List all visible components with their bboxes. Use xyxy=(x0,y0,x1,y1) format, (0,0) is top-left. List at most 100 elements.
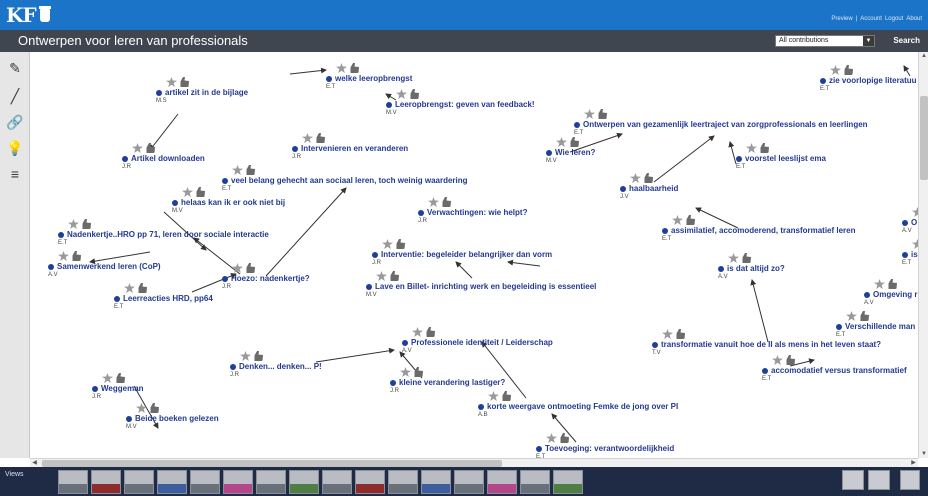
note-title[interactable]: Toevoeging: verantwoordelijkheid xyxy=(545,444,674,453)
note[interactable]: Professionele identiteit / Leiderschap A.… xyxy=(402,327,553,354)
note[interactable]: Artikel downloaden J.R xyxy=(122,143,205,170)
note-dot-icon[interactable] xyxy=(172,199,178,206)
note-title[interactable]: Beide boeken gelezen xyxy=(135,414,219,423)
note-dot-icon[interactable] xyxy=(418,209,424,216)
note-dot-icon[interactable] xyxy=(652,341,658,348)
note[interactable]: assimilatief, accomoderend, transformati… xyxy=(662,215,856,242)
note-title[interactable]: Omgeving r xyxy=(873,290,917,299)
note-title[interactable]: haalbaarheid xyxy=(629,184,678,193)
note[interactable]: zie voorlopige literatuu E.T xyxy=(820,65,917,92)
note-title[interactable]: helaas kan ik er ook niet bij xyxy=(181,198,285,207)
note-dot-icon[interactable] xyxy=(546,149,552,156)
note-title[interactable]: Lave en Billet- inrichting werk en begel… xyxy=(375,282,596,291)
note[interactable]: Omgeving r A.V xyxy=(864,279,917,306)
note-title[interactable]: kleine verandering lastiger? xyxy=(399,378,505,387)
scroll-up-icon[interactable]: ▲ xyxy=(920,52,928,60)
note[interactable]: Samenwerkend leren (CoP) A.V xyxy=(48,251,161,278)
note-dot-icon[interactable] xyxy=(836,323,842,330)
note-title[interactable]: Ontwerpen van gezamenlijk leertraject va… xyxy=(583,120,868,129)
view-thumbnail[interactable] xyxy=(355,470,385,494)
note-title[interactable]: Leeropbrengst: geven van feedback! xyxy=(395,100,535,109)
note[interactable]: kleine verandering lastiger? J.R xyxy=(390,367,505,394)
note-title[interactable]: Leerreacties HRD, pp64 xyxy=(123,294,213,303)
search-button[interactable]: Search xyxy=(893,36,920,45)
note-title[interactable]: is dat altijd zo? xyxy=(727,264,785,273)
pen-tool[interactable]: ╱ xyxy=(5,86,25,106)
view-thumbnail[interactable] xyxy=(190,470,220,494)
note-title[interactable]: welke leeropbrengst xyxy=(335,74,412,83)
link-tool[interactable]: 🔗 xyxy=(5,112,25,132)
note-dot-icon[interactable] xyxy=(386,101,392,108)
note-title[interactable]: Denken... denken... P! xyxy=(239,362,322,371)
logout-link[interactable]: Logout xyxy=(885,16,903,22)
note-title[interactable]: veel belang gehecht aan sociaal leren, t… xyxy=(231,176,468,185)
view-thumbnail[interactable] xyxy=(520,470,550,494)
note-title[interactable]: O xyxy=(911,218,917,227)
note-dot-icon[interactable] xyxy=(662,227,668,234)
view-thumbnail[interactable] xyxy=(157,470,187,494)
view-thumbnail[interactable] xyxy=(91,470,121,494)
note-title[interactable]: Hoezo: nadenkertje? xyxy=(231,274,310,283)
view-thumbnail[interactable] xyxy=(553,470,583,494)
note[interactable]: haalbaarheid J.V xyxy=(620,173,678,200)
note-dot-icon[interactable] xyxy=(230,363,236,370)
note-title[interactable]: Wie leren? xyxy=(555,148,595,157)
note-dot-icon[interactable] xyxy=(58,231,64,238)
note[interactable]: O A.V xyxy=(902,207,918,234)
preview-link[interactable]: Preview xyxy=(831,16,852,22)
list-tool[interactable]: ≡ xyxy=(5,164,25,184)
note[interactable]: transformatie vanuit hoe de II als mens … xyxy=(652,329,881,356)
note-dot-icon[interactable] xyxy=(902,251,908,258)
view-thumbnail[interactable] xyxy=(256,470,286,494)
note[interactable]: Hoezo: nadenkertje? J.R xyxy=(222,263,310,290)
account-link[interactable]: Account xyxy=(860,16,882,22)
note-title[interactable]: Weggeman xyxy=(101,384,144,393)
note[interactable]: Lave en Billet- inrichting werk en begel… xyxy=(366,271,596,298)
view-thumbnail[interactable] xyxy=(421,470,451,494)
note[interactable]: Verwachtingen: wie helpt? J.R xyxy=(418,197,527,224)
vertical-scrollbar[interactable]: ▲ ▼ xyxy=(918,52,928,458)
note-title[interactable]: Artikel downloaden xyxy=(131,154,205,163)
about-link[interactable]: About xyxy=(906,16,922,22)
view-thumbnail[interactable] xyxy=(124,470,154,494)
note-dot-icon[interactable] xyxy=(820,77,826,84)
note-dot-icon[interactable] xyxy=(92,385,98,392)
note-title[interactable]: Verwachtingen: wie helpt? xyxy=(427,208,527,217)
note[interactable]: Intervenieren en veranderen J.R xyxy=(292,133,408,160)
note-dot-icon[interactable] xyxy=(126,415,132,422)
note-dot-icon[interactable] xyxy=(372,251,378,258)
note-dot-icon[interactable] xyxy=(122,155,128,162)
note-dot-icon[interactable] xyxy=(536,445,542,452)
note-dot-icon[interactable] xyxy=(156,89,162,96)
note-title[interactable]: Nadenkertje..HRO pp 71, leren door socia… xyxy=(67,230,269,239)
view-thumbnail[interactable] xyxy=(388,470,418,494)
note-title[interactable]: Interventie: begeleider belangrijker dan… xyxy=(381,250,552,259)
note-title[interactable]: Intervenieren en veranderen xyxy=(301,144,408,153)
note-dot-icon[interactable] xyxy=(736,155,742,162)
note[interactable]: artikel zit in de bijlage M.S xyxy=(156,77,248,104)
pencil-tool[interactable]: ✎ xyxy=(5,58,25,78)
view-settings-icon[interactable] xyxy=(868,470,890,490)
note[interactable]: welke leeropbrengst E.T xyxy=(326,63,412,90)
note-dot-icon[interactable] xyxy=(864,291,870,298)
horizontal-scroll-thumb[interactable] xyxy=(42,460,502,467)
fullscreen-icon[interactable] xyxy=(900,470,920,490)
note[interactable]: Denken... denken... P! J.R xyxy=(230,351,322,378)
note-dot-icon[interactable] xyxy=(292,145,298,152)
note-dot-icon[interactable] xyxy=(402,339,408,346)
note-dot-icon[interactable] xyxy=(390,379,396,386)
view-thumbnail[interactable] xyxy=(487,470,517,494)
horizontal-scrollbar[interactable]: ◀ ▶ xyxy=(30,458,918,467)
contributions-filter-select[interactable]: All contributions ▼ xyxy=(775,35,875,47)
note-dot-icon[interactable] xyxy=(326,75,332,82)
note-dot-icon[interactable] xyxy=(762,367,768,374)
note[interactable]: Beide boeken gelezen M.V xyxy=(126,403,219,430)
note-title[interactable]: zie voorlopige literatuu xyxy=(829,76,917,85)
note[interactable]: korte weergave ontmoeting Femke de jong … xyxy=(478,391,678,418)
note-dot-icon[interactable] xyxy=(718,265,724,272)
note[interactable]: Leerreacties HRD, pp64 E.T xyxy=(114,283,213,310)
note[interactable]: is dat altijd zo? A.V xyxy=(718,253,785,280)
note[interactable]: Wie leren? M.V xyxy=(546,137,595,164)
note-title[interactable]: voorstel leeslijst ema xyxy=(745,154,826,163)
note[interactable]: helaas kan ik er ook niet bij M.V xyxy=(172,187,285,214)
